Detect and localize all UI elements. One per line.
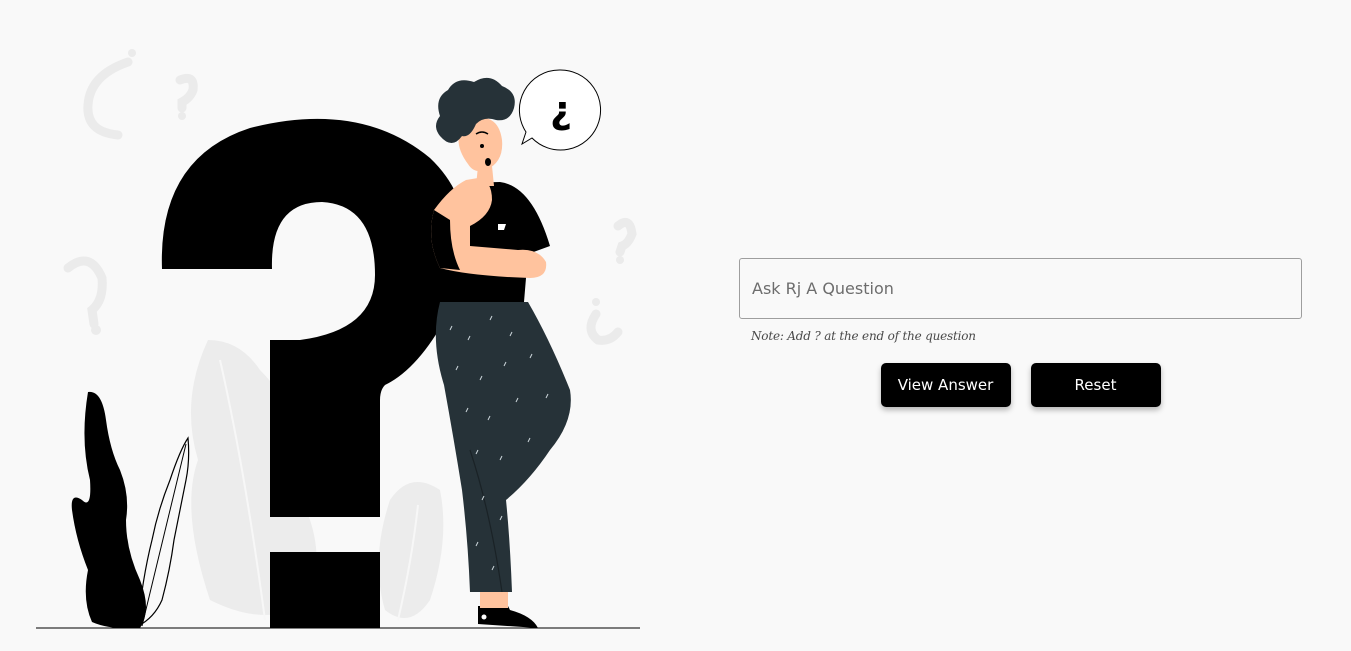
- button-row: View Answer Reset: [739, 363, 1302, 407]
- question-note: Note: Add ? at the end of the question: [751, 329, 976, 343]
- page: ¿ Ask Rj A Question Note: Add ? at the e…: [0, 0, 1351, 651]
- question-input[interactable]: [739, 258, 1302, 319]
- black-plant: [71, 391, 146, 629]
- person: [425, 77, 571, 628]
- speech-bubble-text: ¿: [550, 88, 572, 132]
- reset-button[interactable]: Reset: [1030, 363, 1161, 407]
- outline-plant-stem: [141, 443, 187, 627]
- thinking-person-illustration: ¿: [36, 49, 640, 629]
- view-answer-button[interactable]: View Answer: [880, 363, 1011, 407]
- question-form: Note: Add ? at the end of the question V…: [739, 258, 1302, 407]
